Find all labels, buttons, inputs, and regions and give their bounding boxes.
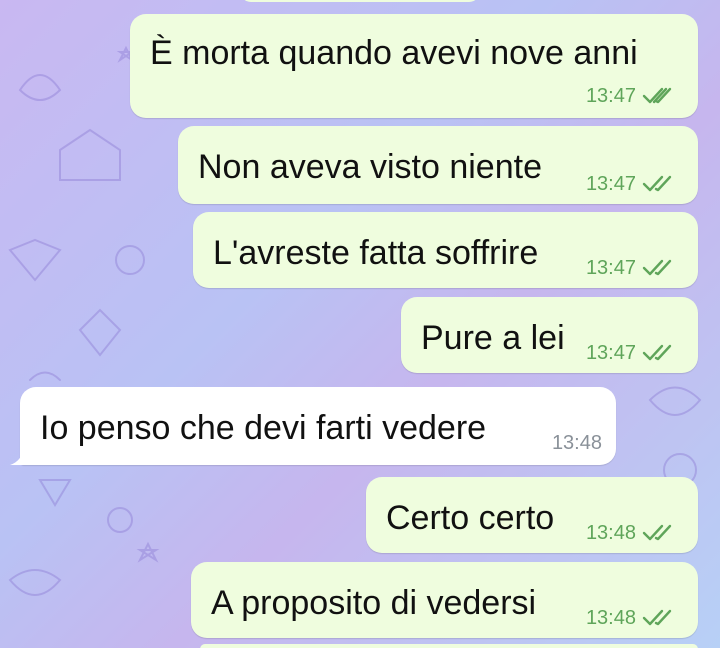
message-time: 13:47 bbox=[585, 257, 636, 279]
message-bubble-outgoing[interactable]: L'avreste fatta soffrire 13:47 bbox=[193, 212, 698, 288]
bubble-tail bbox=[10, 447, 32, 465]
message-meta: 13:47 bbox=[586, 174, 674, 194]
message-text: Pure a lei bbox=[421, 319, 565, 357]
message-meta: 13:48 bbox=[586, 608, 674, 628]
message-text: A proposito di vedersi bbox=[211, 584, 537, 622]
message-time: 13:48 bbox=[585, 522, 636, 544]
message-time: 13:47 bbox=[585, 342, 636, 364]
double-check-icon bbox=[642, 524, 672, 541]
message-meta: 13:48 bbox=[552, 433, 602, 453]
message-time: 13:48 bbox=[585, 607, 636, 629]
message-bubble-partial bbox=[240, 0, 480, 2]
message-bubble-outgoing[interactable]: Non aveva visto niente 13:47 bbox=[178, 126, 698, 204]
message-bubble-outgoing[interactable]: Certo certo 13:48 bbox=[366, 477, 698, 553]
message-time: 13:47 bbox=[585, 85, 636, 107]
message-bubble-outgoing[interactable]: È morta quando avevi nove anni 13:47 bbox=[130, 14, 698, 118]
double-check-icon bbox=[642, 175, 672, 192]
message-bubble-outgoing[interactable]: Pure a lei 13:47 bbox=[401, 297, 698, 373]
double-check-icon bbox=[642, 259, 672, 276]
message-bubble-partial bbox=[200, 644, 698, 648]
message-text: Io penso che devi farti vedere bbox=[40, 409, 487, 447]
message-text: È morta quando avevi nove anni bbox=[150, 34, 638, 72]
message-meta: 13:47 bbox=[586, 343, 674, 363]
message-text: L'avreste fatta soffrire bbox=[213, 234, 539, 272]
message-bubble-incoming[interactable]: Io penso che devi farti vedere 13:48 bbox=[10, 387, 616, 465]
message-text: Non aveva visto niente bbox=[198, 148, 542, 186]
message-text: Certo certo bbox=[386, 499, 555, 537]
double-check-icon bbox=[642, 344, 672, 361]
message-time: 13:48 bbox=[551, 432, 602, 454]
double-check-icon bbox=[642, 609, 672, 626]
message-time: 13:47 bbox=[585, 173, 636, 195]
double-check-icon bbox=[642, 87, 672, 104]
message-meta: 13:47 bbox=[586, 258, 674, 278]
message-meta: 13:48 bbox=[586, 523, 674, 543]
message-bubble-outgoing[interactable]: A proposito di vedersi 13:48 bbox=[191, 562, 698, 638]
message-meta: 13:47 bbox=[586, 86, 674, 106]
